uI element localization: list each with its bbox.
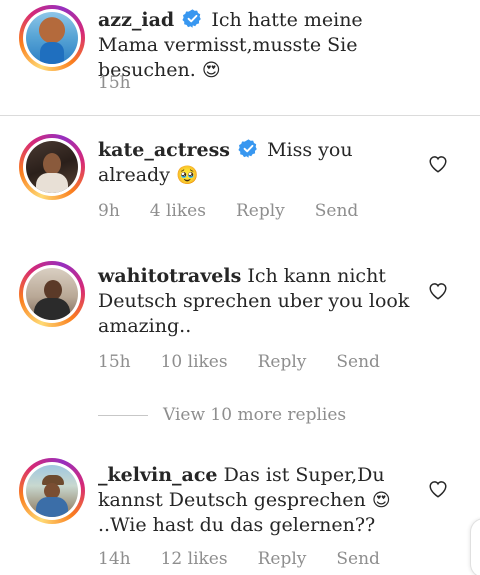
comment-kate-actress: kate_actress Miss you already 🥹 9h 4 lik… (0, 134, 480, 244)
avatar (26, 12, 78, 64)
like-count[interactable]: 4 likes (150, 201, 206, 221)
avatar-ring[interactable] (19, 261, 85, 327)
heart-icon[interactable] (428, 480, 448, 498)
send-button[interactable]: Send (336, 549, 380, 569)
comment-username[interactable]: kate_actress (98, 139, 230, 161)
comment-text-continued: ..Wie hast du das gelernen?? (98, 514, 376, 536)
avatar-ring[interactable] (19, 5, 85, 71)
view-more-line (98, 414, 148, 416)
comment-body: kate_actress Miss you already 🥹 (98, 138, 398, 188)
reply-button[interactable]: Reply (258, 352, 307, 372)
divider (0, 115, 480, 116)
like-count[interactable]: 10 likes (161, 352, 228, 372)
comment-time: 15h (98, 352, 131, 372)
comment-azz-iad: azz_iad Ich hatte meine Mama vermisst,mu… (0, 0, 480, 115)
edge-drawer-handle[interactable] (470, 518, 480, 575)
avatar-ring[interactable] (19, 458, 85, 524)
heart-icon[interactable] (428, 155, 448, 173)
comment-time: 15h (98, 73, 131, 93)
comment-kelvin-ace: _kelvin_ace Das ist Super,Du kannst Deut… (0, 458, 480, 575)
comment-username[interactable]: azz_iad (98, 9, 174, 31)
heart-icon[interactable] (428, 282, 448, 300)
emoji-heart-eyes: 😍 (201, 60, 221, 81)
comment-time: 14h (98, 549, 131, 569)
view-more-replies-button[interactable]: View 10 more replies (98, 405, 346, 425)
comment-username[interactable]: _kelvin_ace (98, 464, 218, 486)
verified-badge-icon (238, 139, 257, 158)
avatar (26, 141, 78, 193)
reply-button[interactable]: Reply (258, 549, 307, 569)
avatar-ring[interactable] (19, 134, 85, 200)
avatar (26, 268, 78, 320)
comment-meta: 9h 4 likes Reply Send (98, 201, 388, 221)
comment-body: wahitotravels Ich kann nicht Deutsch spr… (98, 264, 413, 339)
comment-username[interactable]: wahitotravels (98, 265, 241, 287)
comment-wahitotravels: wahitotravels Ich kann nicht Deutsch spr… (0, 261, 480, 381)
comment-time: 9h (98, 201, 120, 221)
comment-body: azz_iad Ich hatte meine Mama vermisst,mu… (98, 8, 418, 83)
send-button[interactable]: Send (336, 352, 380, 372)
view-more-label: View 10 more replies (163, 405, 347, 425)
reply-button[interactable]: Reply (236, 201, 285, 221)
comment-body: _kelvin_ace Das ist Super,Du kannst Deut… (98, 463, 413, 538)
send-button[interactable]: Send (315, 201, 359, 221)
verified-badge-icon (182, 9, 202, 28)
comment-meta: 15h (98, 73, 161, 93)
like-count[interactable]: 12 likes (161, 549, 228, 569)
emoji-holding-back-tears: 🥹 (176, 165, 199, 186)
avatar (26, 465, 78, 517)
emoji-heart-eyes: 😍 (371, 490, 391, 511)
comment-meta: 14h 12 likes Reply Send (98, 549, 410, 569)
comment-meta: 15h 10 likes Reply Send (98, 352, 410, 372)
